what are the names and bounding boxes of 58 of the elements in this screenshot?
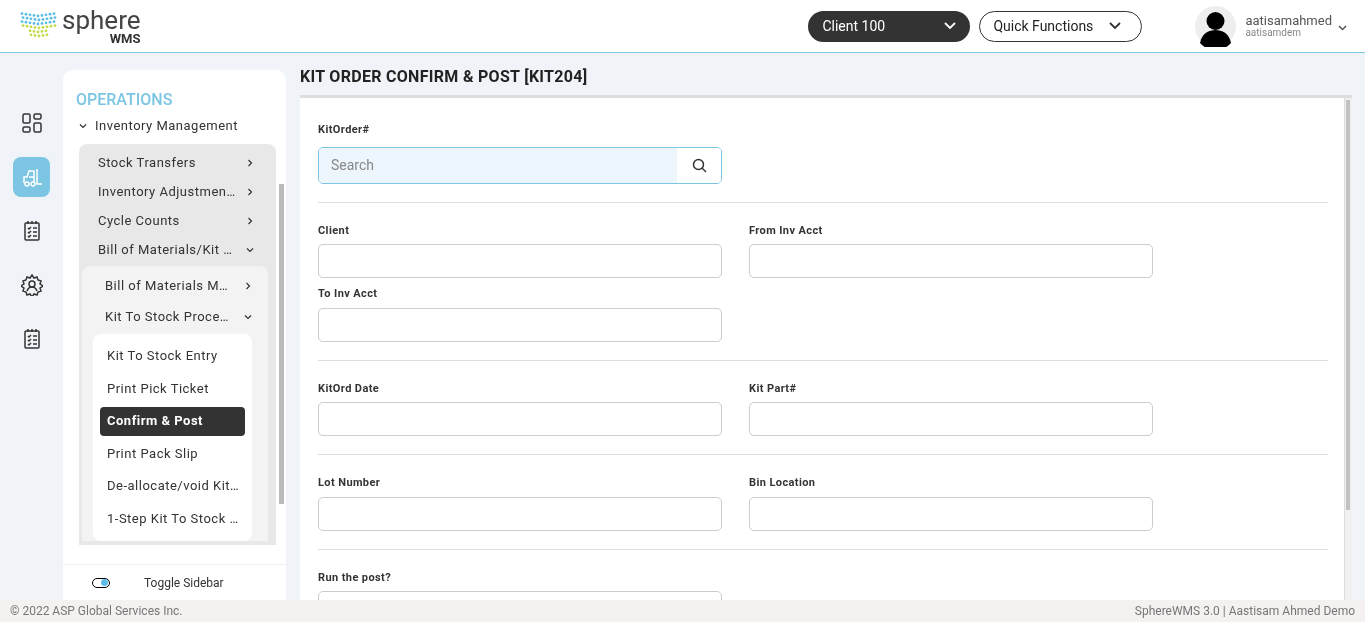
sidebar-heading: OPERATIONS [76,89,174,111]
user-avatar-icon[interactable] [1195,5,1237,47]
input-field[interactable] [749,244,1153,278]
input-field[interactable] [318,244,722,278]
nav-link[interactable]: Kit To Stock Entry [100,341,245,371]
field-label: To Inv Acct [318,286,379,302]
chevron-down-icon [79,122,87,130]
field-label: From Inv Acct [749,222,824,239]
nav-item[interactable]: Inventory Adjustmen… [79,177,276,206]
nav-link[interactable]: De-allocate/void Kit… [100,471,245,501]
chevron-down-icon[interactable] [1338,25,1347,31]
field-label: Run the post? [318,569,393,586]
chevron-down-icon [246,245,254,254]
nav-link[interactable]: 1-Step Kit To Stock … [100,504,245,533]
copyright-text: © 2022 ASP Global Services Inc. [10,603,183,620]
field-label: Client [318,222,351,239]
forklift-icon [20,166,43,188]
logo-subtext: WMS [109,32,141,45]
field-label: Lot Number [318,475,382,491]
field-label: Kit Part# [749,380,798,397]
input-field[interactable] [318,496,722,531]
chevron-right-icon [246,216,254,225]
field-label: KitOrder# [318,122,371,138]
input-field[interactable] [749,496,1153,531]
scrollbar[interactable] [279,184,284,504]
chevron-right-icon [246,187,254,196]
quick-functions-dropdown[interactable]: Quick Functions [979,10,1143,42]
input-field[interactable] [749,402,1153,436]
search-icon[interactable] [691,157,707,173]
chevron-right-icon [246,158,254,167]
input-field[interactable] [318,307,722,342]
gear-settings-icon [20,274,43,296]
nav-item[interactable]: Bill of Materials/Kit … [79,235,276,264]
field-label: Bin Location [749,475,817,491]
scrollbar[interactable] [1344,98,1352,600]
nav-item[interactable]: Kit To Stock Proce… [82,301,268,332]
nav-link[interactable]: Confirm & Post [100,406,245,436]
nav-item[interactable]: Cycle Counts [79,206,276,235]
page-title: KIT ORDER CONFIRM & POST [KIT204] [300,66,589,88]
chevron-down-icon [1109,22,1122,30]
chevron-down-icon [244,312,252,321]
chevron-right-icon [244,281,252,290]
nav-item[interactable]: Bill of Materials M… [82,270,268,301]
client-dropdown[interactable]: Client 100 [808,10,971,42]
user-name: aatisamahmed [1245,12,1332,28]
input-field[interactable] [318,402,722,436]
version-text: SphereWMS 3.0 | Aastisam Ahmed Demo [1134,603,1355,620]
dashboard-icon [20,112,43,134]
search-field[interactable]: Search [318,146,722,184]
toggle-label: Toggle Sidebar [144,574,224,592]
chevron-down-icon [944,22,957,30]
nav-item[interactable]: Stock Transfers [79,148,276,177]
nav-link[interactable]: Print Pack Slip [100,439,245,468]
nav-link[interactable]: Print Pick Ticket [100,374,245,403]
logo-text: sphere [62,7,141,33]
user-login: aatisamdem [1245,26,1303,40]
field-label: KitOrd Date [318,380,381,397]
nav-item[interactable]: Inventory Management [79,116,239,136]
